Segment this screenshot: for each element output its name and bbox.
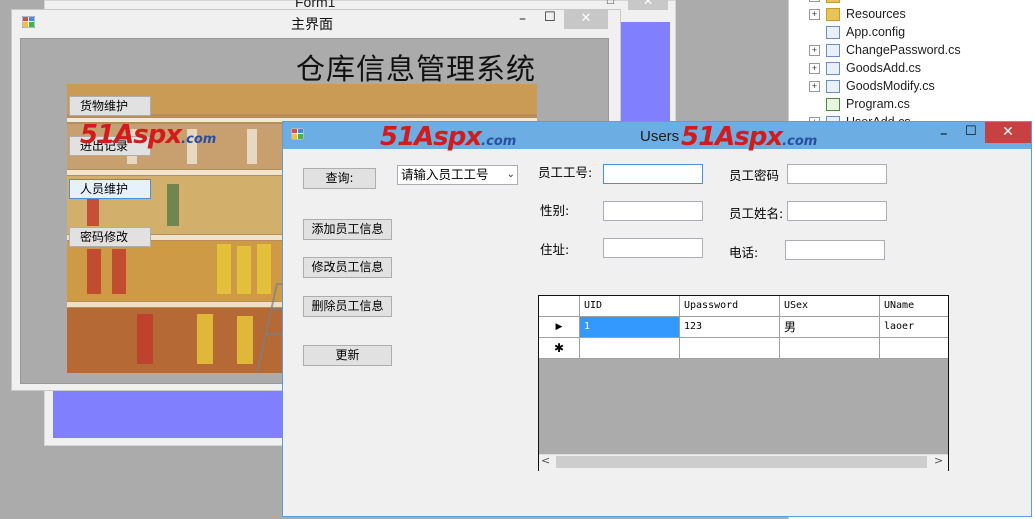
scroll-left-icon[interactable]: < <box>541 454 550 467</box>
employee-id-select[interactable]: 请输入员工工号 ⌄ <box>397 165 518 185</box>
new-row-icon[interactable]: ✱ <box>539 338 580 359</box>
solution-item-label: Program.cs <box>846 97 910 111</box>
maximize-button[interactable]: ☐ <box>965 124 977 139</box>
solution-item[interactable]: + ChangePassword.cs <box>809 41 961 59</box>
minimize-button[interactable]: – <box>519 11 526 27</box>
query-button[interactable]: 查询: <box>303 168 376 189</box>
chevron-down-icon[interactable]: ⌄ <box>507 166 515 184</box>
close-button[interactable]: ✕ <box>985 122 1031 143</box>
minimize-button[interactable]: – <box>940 124 948 142</box>
watermark: 51Aspx.com <box>80 120 217 150</box>
sex-label: 性别: <box>540 203 570 218</box>
table-cell[interactable] <box>680 338 780 359</box>
sex-field[interactable] <box>603 201 703 221</box>
solution-item[interactable]: + Resources <box>809 5 906 23</box>
watermark: 51Aspx.com <box>380 122 517 152</box>
close-button[interactable]: ✕ <box>628 0 668 10</box>
watermark: 51Aspx.com <box>681 122 818 152</box>
form-file-icon <box>826 44 840 58</box>
expand-icon[interactable]: + <box>809 81 820 93</box>
maximize-icon[interactable]: ☐ <box>606 0 615 7</box>
solution-item-label: Resources <box>846 7 906 21</box>
folder-icon <box>826 8 840 22</box>
form-file-icon <box>826 62 840 76</box>
staff-maintenance-button[interactable]: 人员维护 <box>69 179 151 199</box>
scrollbar-thumb[interactable] <box>556 456 927 468</box>
app-icon <box>22 16 35 28</box>
select-value: 请输入员工工号 <box>401 167 489 182</box>
modify-employee-button[interactable]: 修改员工信息 <box>303 257 392 278</box>
address-label: 住址: <box>540 242 570 257</box>
close-button[interactable]: ✕ <box>564 9 608 29</box>
table-cell[interactable] <box>880 338 948 359</box>
form-file-icon <box>826 80 840 94</box>
password-label: 员工密码 <box>729 168 780 183</box>
csharp-file-icon <box>826 98 840 112</box>
expand-icon[interactable]: + <box>809 9 820 21</box>
expand-icon[interactable]: + <box>809 63 820 75</box>
name-field[interactable] <box>787 201 887 221</box>
refresh-button[interactable]: 更新 <box>303 345 392 366</box>
uid-field[interactable] <box>603 164 703 184</box>
table-cell[interactable]: 123 <box>680 317 780 338</box>
scroll-right-icon[interactable]: > <box>934 454 943 467</box>
column-header[interactable]: Upassword <box>680 296 780 317</box>
folder-icon <box>826 0 840 4</box>
change-password-button[interactable]: 密码修改 <box>69 227 151 247</box>
window-title: 主界面 <box>291 17 333 33</box>
solution-item-label: GoodsModify.cs <box>846 79 935 93</box>
column-header[interactable]: UID <box>580 296 680 317</box>
add-employee-button[interactable]: 添加员工信息 <box>303 219 392 240</box>
solution-item[interactable]: + GoodsAdd.cs <box>809 59 921 77</box>
maximize-button[interactable]: ☐ <box>544 10 556 25</box>
column-header[interactable]: UName <box>880 296 948 317</box>
column-header[interactable]: USex <box>780 296 880 317</box>
table-cell[interactable]: laoer <box>880 317 948 338</box>
window-title: Users <box>640 128 680 145</box>
password-field[interactable] <box>787 164 887 184</box>
expand-icon[interactable]: + <box>809 45 820 57</box>
table-cell[interactable] <box>780 338 880 359</box>
uid-label: 员工工号: <box>538 165 593 180</box>
config-file-icon <box>826 26 840 40</box>
table-cell[interactable] <box>580 338 680 359</box>
solution-item[interactable]: + GoodsModify.cs <box>809 77 935 95</box>
name-label: 员工姓名: <box>729 206 784 221</box>
phone-field[interactable] <box>785 240 885 260</box>
row-indicator-icon[interactable]: ▶ <box>539 317 580 338</box>
goods-maintenance-button[interactable]: 货物维护 <box>69 96 151 116</box>
solution-item[interactable]: App.config <box>809 23 905 41</box>
solution-item-label: App.config <box>846 25 906 39</box>
solution-item-label: ChangePassword.cs <box>846 43 961 57</box>
app-icon <box>291 128 304 140</box>
phone-label: 电话: <box>729 245 759 260</box>
address-field[interactable] <box>603 238 703 258</box>
page-title: 仓库信息管理系统 <box>296 52 537 86</box>
grid-corner <box>539 296 580 317</box>
solution-item-label: GoodsAdd.cs <box>846 61 922 75</box>
form1-panel <box>53 390 293 438</box>
table-cell[interactable]: 1 <box>580 317 680 338</box>
solution-item[interactable]: Program.cs <box>809 95 910 113</box>
delete-employee-button[interactable]: 删除员工信息 <box>303 296 392 317</box>
table-cell[interactable]: 男 <box>780 317 880 338</box>
users-data-grid[interactable]: UID Upassword USex UName ▶ 1 123 男 laoer… <box>538 295 949 471</box>
